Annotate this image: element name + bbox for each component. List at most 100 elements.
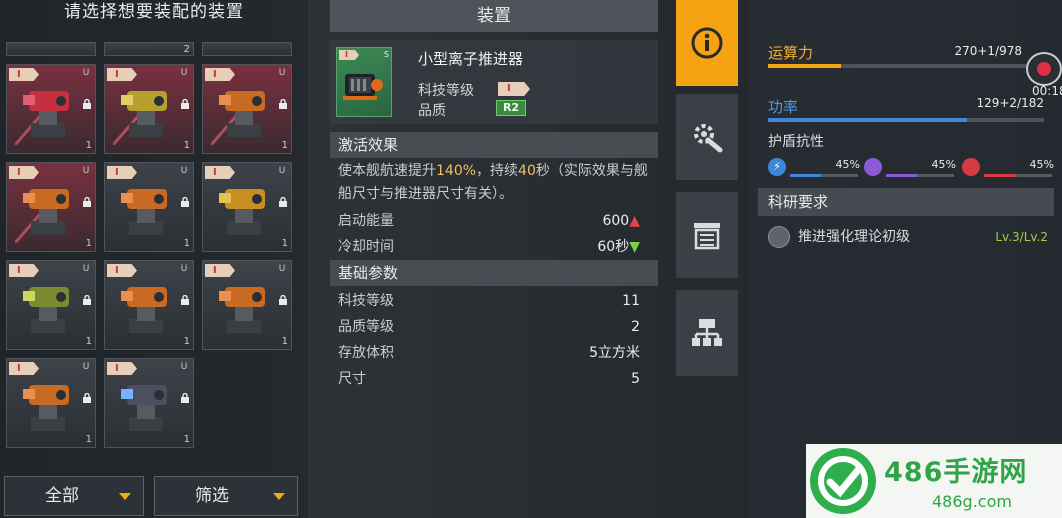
slot-grade: U [82,68,90,78]
resist-bar-fill [886,174,917,177]
requirement-level: Lv.3/Lv.2 [995,230,1048,244]
slot-grade: U [180,68,188,78]
device-slot[interactable]: IU1 [202,64,292,154]
row-value: 5立方米 [589,345,640,361]
device-slot[interactable]: IU1 [202,162,292,252]
device-detail-panel: 装置 I S 小型离子推进器 科技等级 I 品质 R2 激活效果 使本舰航速提升… [330,0,658,400]
filter-screen-label: 筛选 [195,486,229,506]
tab-modules[interactable] [676,290,738,376]
desc-duration: 40 [518,163,536,179]
game-screen: 请选择想要装配的装置 2 IU1IU1IU1IU1IU1IU1IU1IU1IU1… [0,0,1062,518]
basic-row: 存放体积 5立方米 [330,340,658,366]
desc-speed-percent: 140% [436,163,477,179]
resist-fire: 45% [962,158,1054,178]
row-label: 启动能量 [338,213,394,229]
compute-label: 运算力 [768,44,814,62]
resist-lightning: ⚡ 45% [768,158,860,178]
resist-percent: 45% [931,158,956,171]
device-art-icon [219,189,265,235]
start-energy-value: 600 [602,213,630,229]
row-label: 尺寸 [338,371,366,387]
resist-gravity: 45% [864,158,956,178]
info-icon [691,27,723,59]
dropdown-arrow-icon [119,493,131,500]
compute-bar [768,64,1030,68]
tab-info[interactable] [676,0,738,86]
slot-count: 1 [281,140,288,151]
slot-grade: U [180,362,188,372]
slot-count: 1 [183,434,190,445]
desc-prefix: 使本舰航速提升 [338,163,436,179]
activation-description: 使本舰航速提升140%，持续40秒（实际效果与舰船尺寸与推进器尺寸有关）。 [338,160,654,206]
device-slot[interactable]: IU1 [104,358,194,448]
activation-row: 启动能量 600▲ [330,208,658,234]
slot-count: 1 [281,336,288,347]
lock-icon [279,197,287,207]
device-art-icon [121,287,167,333]
device-art-icon [211,91,265,145]
basic-row: 科技等级 11 [330,288,658,314]
slot-count: 1 [183,238,190,249]
cooldown-value: 60秒 [597,239,630,255]
filter-all-label: 全部 [45,486,79,506]
dropdown-arrow-icon [273,493,285,500]
watermark-url: 486g.com [932,492,1012,511]
gravity-icon [864,158,882,176]
lock-icon [83,295,91,305]
resist-bar [984,174,1052,177]
slot-grade: U [278,166,286,176]
row-value: 2 [631,319,640,335]
device-slot[interactable]: IU1 [104,260,194,350]
compute-value: 270+1/978 [954,44,1022,58]
device-size-letter: S [383,50,389,59]
resist-bar [790,174,858,177]
research-gear-icon [768,226,790,248]
tab-upgrade[interactable] [676,94,738,180]
device-art-icon [15,189,69,243]
lock-icon [279,99,287,109]
partial-slot[interactable] [202,42,292,56]
device-slot[interactable]: IU1 [104,64,194,154]
watermark-title: 486手游网 [884,457,1028,488]
row-value: 60秒▼ [597,234,640,260]
thruster-icon [343,74,383,100]
research-requirement-header: 科研要求 [758,188,1054,216]
tech-level-label: 科技等级 [418,83,474,99]
decrease-arrow-icon: ▼ [629,239,640,255]
slot-grade: U [278,264,286,274]
record-button[interactable] [1026,52,1062,86]
device-art-icon [15,91,69,145]
activation-row: 冷却时间 60秒▼ [330,234,658,260]
device-slot[interactable]: IU1 [6,162,96,252]
device-art-icon [121,385,167,431]
partial-slot[interactable] [6,42,96,56]
record-dot-icon [1037,62,1051,76]
device-slot[interactable]: IU1 [202,260,292,350]
watermark-logo-icon [810,448,876,514]
filter-screen-button[interactable]: 筛选 [154,476,298,516]
device-slot[interactable]: IU1 [6,64,96,154]
slot-count: 1 [85,140,92,151]
device-slot[interactable]: IU1 [6,358,96,448]
resist-bar [886,174,954,177]
partial-slot[interactable]: 2 [104,42,194,56]
filter-all-button[interactable]: 全部 [4,476,144,516]
increase-arrow-icon: ▲ [629,213,640,229]
lock-icon [181,295,189,305]
slot-count: 2 [183,44,190,55]
row-value: 5 [631,371,640,387]
slot-grade: U [278,68,286,78]
device-slot[interactable]: IU1 [6,260,96,350]
device-name: 小型离子推进器 [418,50,524,68]
activation-section-header: 激活效果 [330,132,658,158]
resist-bar-fill [790,174,821,177]
device-art-icon [121,189,167,235]
resist-percent: 45% [1029,158,1054,171]
row-value: 11 [622,293,640,309]
tab-details[interactable] [676,192,738,278]
slot-count: 1 [85,238,92,249]
lock-icon [279,295,287,305]
ship-stats-panel: 运算力 270+1/978 功率 129+2/182 护盾抗性 ⚡ 45% 45… [750,0,1062,518]
device-slot[interactable]: IU1 [104,162,194,252]
power-bar [768,118,1044,122]
